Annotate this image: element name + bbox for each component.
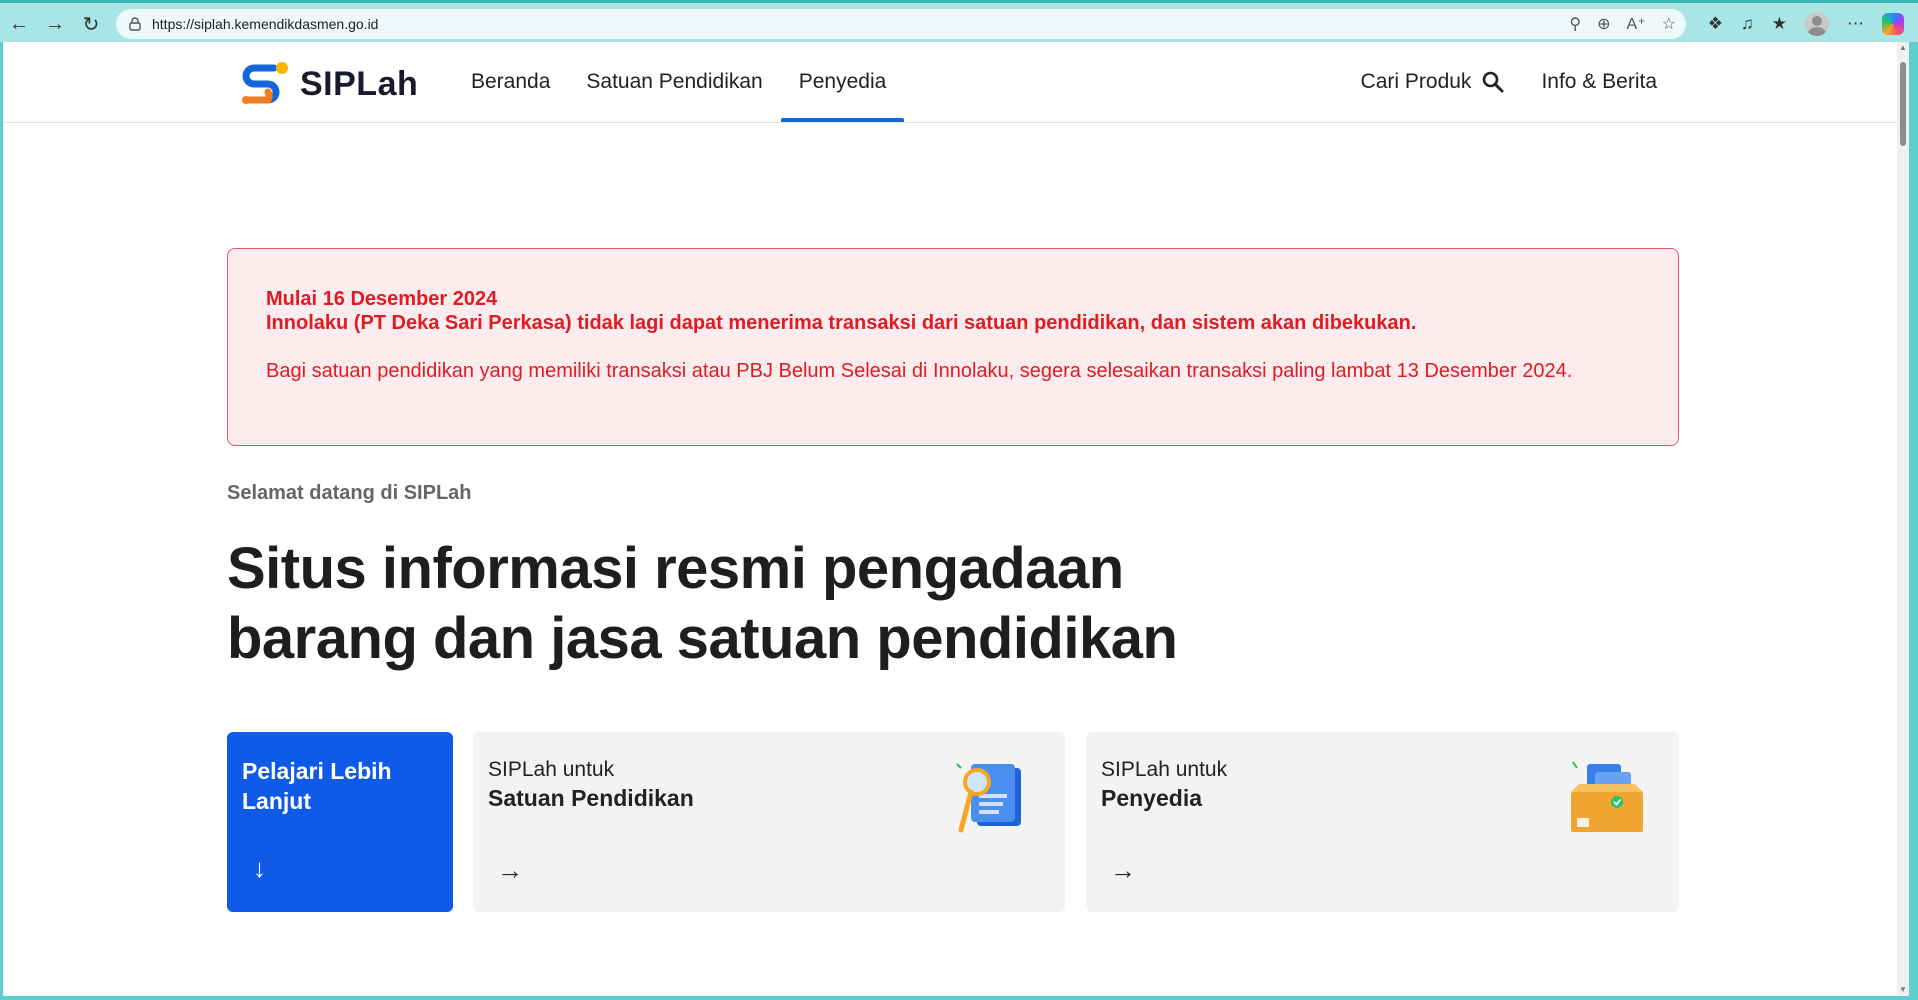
scroll-up-icon[interactable]: ▲ xyxy=(1897,42,1909,54)
penyedia-card[interactable]: SIPLah untuk Penyedia → xyxy=(1086,732,1679,912)
logo-text: SIPLah xyxy=(300,64,419,103)
arrow-right-icon: → xyxy=(1110,855,1136,885)
media-icon[interactable]: ♫ xyxy=(1741,14,1754,34)
arrow-down-icon: ↓ xyxy=(253,853,266,883)
main-nav: Beranda Satuan Pendidikan Penyedia xyxy=(453,42,904,122)
box-package-icon xyxy=(1571,761,1643,832)
satuan-pendidikan-card[interactable]: SIPLah untuk Satuan Pendidikan → xyxy=(473,732,1065,912)
alert-date: Mulai 16 Desember 2024 xyxy=(266,288,498,310)
nav-satuan-pendidikan[interactable]: Satuan Pendidikan xyxy=(568,42,780,122)
copilot-icon[interactable] xyxy=(1882,13,1904,35)
welcome-text: Selamat datang di SIPLah xyxy=(227,482,472,504)
zoom-icon[interactable]: ⊕ xyxy=(1597,14,1610,34)
site-logo[interactable]: SIPLah xyxy=(238,60,418,108)
vertical-scrollbar[interactable]: ▲ ▼ xyxy=(1897,42,1909,996)
siplah-logo-icon xyxy=(242,62,288,104)
site-header: SIPLah Beranda Satuan Pendidikan Penyedi… xyxy=(3,42,1897,123)
read-aloud-icon[interactable]: A⁺ xyxy=(1627,14,1646,34)
lock-icon xyxy=(126,15,144,33)
address-bar[interactable]: https://siplah.kemendikdasmen.go.id ⚲ ⊕ … xyxy=(116,9,1686,39)
nav-right: Cari Produk Info & Berita xyxy=(1361,42,1657,122)
nav-beranda[interactable]: Beranda xyxy=(453,42,568,122)
favorite-star-icon[interactable]: ☆ xyxy=(1662,14,1676,34)
extensions-icon[interactable]: ❖ xyxy=(1708,14,1723,34)
scroll-down-icon[interactable]: ▼ xyxy=(1897,984,1909,996)
arrow-right-icon: → xyxy=(497,855,523,885)
alert-body: Bagi satuan pendidikan yang memiliki tra… xyxy=(266,360,1573,382)
back-icon[interactable]: ← xyxy=(4,9,34,39)
scrollbar-thumb[interactable] xyxy=(1900,62,1906,146)
learn-more-title: Pelajari Lebih Lanjut xyxy=(242,758,392,814)
info-berita-link[interactable]: Info & Berita xyxy=(1541,70,1657,94)
search-product-label: Cari Produk xyxy=(1360,70,1472,93)
more-menu-icon[interactable]: ⋯ xyxy=(1847,14,1864,34)
browser-toolbar: ← → ↻ https://siplah.kemendikdasmen.go.i… xyxy=(0,0,1918,42)
favorites-icon[interactable]: ★ xyxy=(1772,14,1787,34)
search-product-link[interactable]: Cari Produk xyxy=(1361,70,1506,94)
url-text: https://siplah.kemendikdasmen.go.id xyxy=(152,16,379,32)
page-title: Situs informasi resmi pengadaan barang d… xyxy=(227,536,1178,671)
nav-penyedia[interactable]: Penyedia xyxy=(780,42,905,122)
alert-headline: Innolaku (PT Deka Sari Perkasa) tidak la… xyxy=(266,312,1417,334)
location-icon[interactable]: ⚲ xyxy=(1569,14,1581,34)
learn-more-card[interactable]: Pelajari Lebih Lanjut ↓ xyxy=(227,732,453,912)
forward-icon[interactable]: → xyxy=(40,9,70,39)
document-search-icon xyxy=(956,763,1021,833)
page-viewport: SIPLah Beranda Satuan Pendidikan Penyedi… xyxy=(3,42,1909,996)
search-icon xyxy=(1483,71,1504,93)
profile-avatar[interactable] xyxy=(1805,12,1829,36)
reload-icon[interactable]: ↻ xyxy=(76,9,106,39)
alert-banner: Mulai 16 Desember 2024 Innolaku (PT Deka… xyxy=(227,248,1679,446)
